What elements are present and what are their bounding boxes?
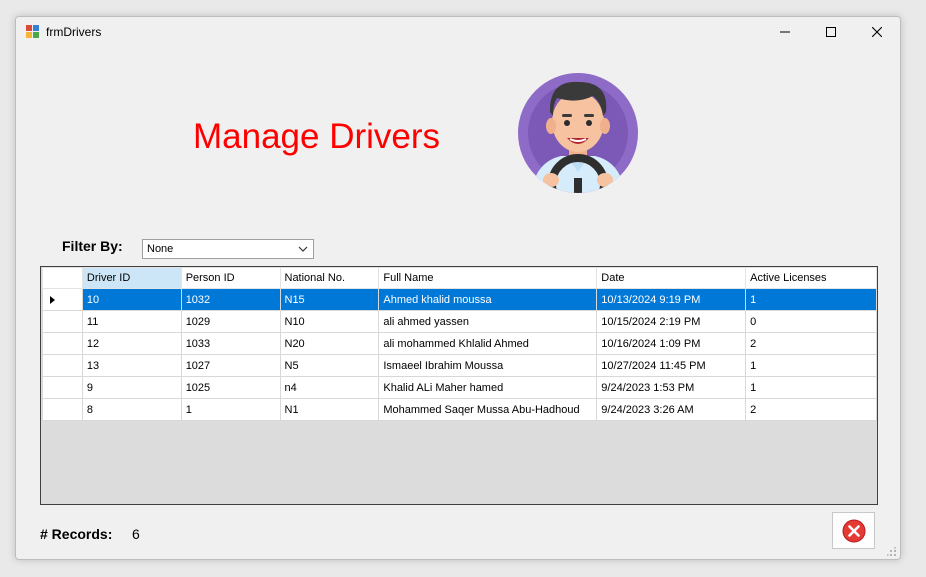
cell-person-id[interactable]: 1027: [180, 354, 281, 377]
cell-driver-id[interactable]: 12: [81, 332, 182, 355]
cell-full-name[interactable]: ali mohammed Khlalid Ahmed: [378, 332, 598, 355]
cell-active-licenses[interactable]: 2: [745, 332, 877, 355]
records-label: # Records:: [40, 526, 113, 542]
column-header-active-licenses[interactable]: Active Licenses: [745, 267, 877, 289]
row-header[interactable]: [42, 398, 83, 421]
row-header[interactable]: [42, 332, 83, 355]
cell-person-id[interactable]: 1032: [180, 288, 281, 311]
cell-date[interactable]: 10/13/2024 9:19 PM: [596, 288, 747, 311]
column-header-person-id[interactable]: Person ID: [180, 267, 281, 289]
row-header[interactable]: [42, 376, 83, 399]
cell-national-no[interactable]: N1: [279, 398, 380, 421]
cell-national-no[interactable]: N10: [279, 310, 380, 333]
drivers-table: Driver ID Person ID National No. Full Na…: [42, 267, 877, 421]
cell-full-name[interactable]: Khalid ALi Maher hamed: [378, 376, 598, 399]
table-row[interactable]: 9 1025 n4 Khalid ALi Maher hamed 9/24/20…: [42, 376, 877, 399]
drivers-grid[interactable]: Driver ID Person ID National No. Full Na…: [40, 266, 878, 505]
cell-date[interactable]: 10/27/2024 11:45 PM: [596, 354, 747, 377]
records-count: 6: [132, 526, 140, 542]
chevron-down-icon: [298, 246, 308, 252]
cell-date[interactable]: 9/24/2023 1:53 PM: [596, 376, 747, 399]
current-row-arrow-icon: [50, 295, 55, 304]
cell-full-name[interactable]: Ismaeel Ibrahim Moussa: [378, 354, 598, 377]
drivers-window: frmDrivers Manage Drivers Filter By: Non…: [15, 16, 901, 560]
cell-driver-id[interactable]: 10: [81, 288, 182, 311]
header-row: Driver ID Person ID National No. Full Na…: [42, 267, 877, 289]
column-header-driver-id[interactable]: Driver ID: [81, 267, 182, 289]
driver-avatar: [518, 73, 638, 193]
cell-active-licenses[interactable]: 1: [745, 288, 877, 311]
cell-national-no[interactable]: N20: [279, 332, 380, 355]
cell-date[interactable]: 10/16/2024 1:09 PM: [596, 332, 747, 355]
cell-national-no[interactable]: N15: [279, 288, 380, 311]
window-close-button[interactable]: [854, 17, 900, 47]
corner-header[interactable]: [42, 267, 83, 289]
row-header[interactable]: [42, 354, 83, 377]
cell-date[interactable]: 9/24/2023 3:26 AM: [596, 398, 747, 421]
table-row[interactable]: 13 1027 N5 Ismaeel Ibrahim Moussa 10/27/…: [42, 354, 877, 377]
cell-active-licenses[interactable]: 0: [745, 310, 877, 333]
filter-selected-value: None: [147, 243, 174, 255]
cell-full-name[interactable]: ali ahmed yassen: [378, 310, 598, 333]
cell-national-no[interactable]: N5: [279, 354, 380, 377]
column-header-date[interactable]: Date: [596, 267, 747, 289]
cell-active-licenses[interactable]: 1: [745, 354, 877, 377]
cell-date[interactable]: 10/15/2024 2:19 PM: [596, 310, 747, 333]
cell-driver-id[interactable]: 11: [81, 310, 182, 333]
cell-national-no[interactable]: n4: [279, 376, 380, 399]
title-bar[interactable]: frmDrivers: [16, 17, 900, 47]
cell-person-id[interactable]: 1: [180, 398, 281, 421]
cell-person-id[interactable]: 1025: [180, 376, 281, 399]
close-form-button[interactable]: [832, 512, 875, 549]
table-row[interactable]: 12 1033 N20 ali mohammed Khlalid Ahmed 1…: [42, 332, 877, 355]
cell-active-licenses[interactable]: 2: [745, 398, 877, 421]
cell-driver-id[interactable]: 8: [81, 398, 182, 421]
cell-driver-id[interactable]: 13: [81, 354, 182, 377]
maximize-button[interactable]: [808, 17, 854, 47]
column-header-full-name[interactable]: Full Name: [378, 267, 598, 289]
filter-label: Filter By:: [62, 238, 123, 254]
filter-dropdown[interactable]: None: [142, 239, 314, 259]
table-row[interactable]: 8 1 N1 Mohammed Saqer Mussa Abu-Hadhoud …: [42, 398, 877, 421]
page-title: Manage Drivers: [193, 117, 441, 156]
cell-full-name[interactable]: Mohammed Saqer Mussa Abu-Hadhoud: [378, 398, 598, 421]
minimize-button[interactable]: [762, 17, 808, 47]
row-header[interactable]: [42, 310, 83, 333]
close-icon: [872, 27, 882, 37]
minimize-icon: [780, 31, 790, 33]
resize-grip-icon[interactable]: [887, 547, 897, 557]
table-row[interactable]: 11 1029 N10 ali ahmed yassen 10/15/2024 …: [42, 310, 877, 333]
close-circle-icon: [842, 519, 865, 542]
cell-person-id[interactable]: 1029: [180, 310, 281, 333]
cell-driver-id[interactable]: 9: [81, 376, 182, 399]
cell-full-name[interactable]: Ahmed khalid moussa: [378, 288, 598, 311]
column-header-national-no[interactable]: National No.: [279, 267, 380, 289]
maximize-icon: [826, 27, 836, 37]
cell-person-id[interactable]: 1033: [180, 332, 281, 355]
table-row[interactable]: 10 1032 N15 Ahmed khalid moussa 10/13/20…: [42, 288, 877, 311]
window-title: frmDrivers: [46, 25, 102, 39]
cell-active-licenses[interactable]: 1: [745, 376, 877, 399]
app-icon: [26, 25, 39, 38]
row-header[interactable]: [42, 288, 83, 311]
